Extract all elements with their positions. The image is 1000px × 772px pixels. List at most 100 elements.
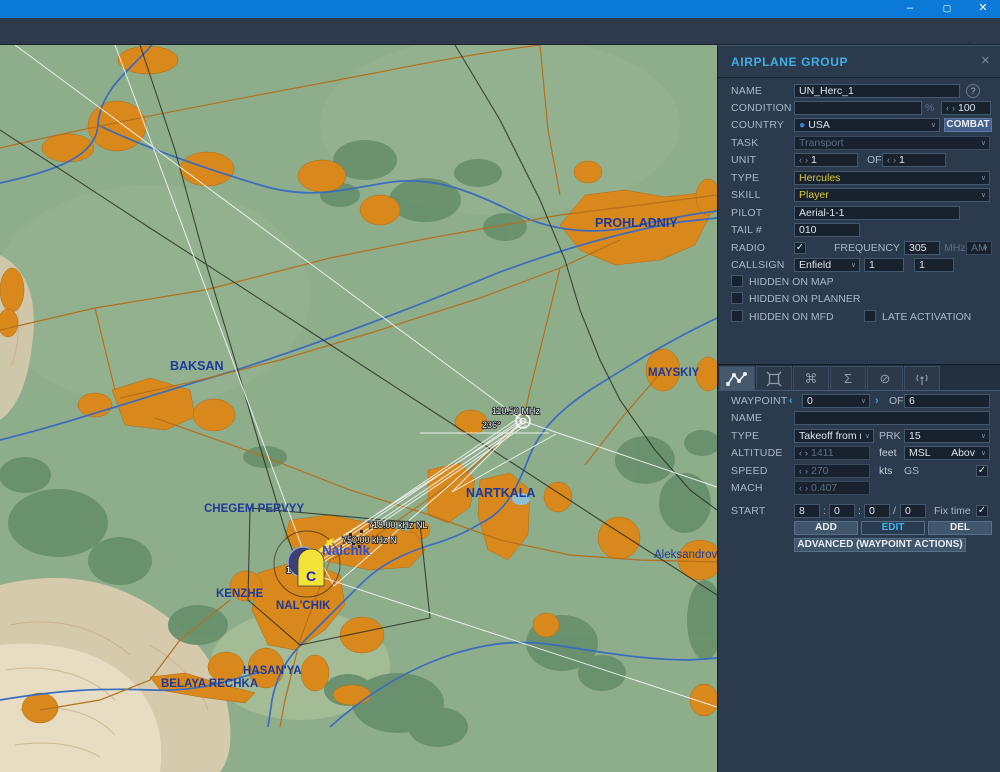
row-condition: CONDITION (731, 101, 794, 115)
delete-waypoint-button[interactable]: DEL (928, 521, 992, 535)
minimize-button[interactable]: – (895, 0, 925, 18)
waypoint-next-icon[interactable]: › (875, 395, 879, 407)
waypoint-index-value: 0 (807, 395, 813, 407)
row-country: COUNTRY (731, 118, 794, 132)
edit-waypoint-button[interactable]: EDIT (861, 521, 925, 535)
tab-summary[interactable]: Σ (830, 366, 866, 390)
window-close-button[interactable]: ✕ (968, 0, 998, 18)
speed-unit-label: kts (879, 465, 893, 477)
advanced-waypoint-actions-button[interactable]: ADVANCED (WAYPOINT ACTIONS) (794, 538, 966, 552)
row-type: TYPE (731, 171, 794, 185)
waypoint-index-dropdown[interactable]: 0 ∨ (802, 394, 870, 408)
frequency-input[interactable]: 305 (904, 241, 940, 255)
mach-label: MACH (731, 482, 763, 494)
start-hours-input[interactable]: 8 (794, 504, 820, 518)
mach-spinner[interactable]: ‹ › 0.407 (794, 481, 870, 495)
mach-value: 0.407 (811, 482, 838, 494)
city-label-belaya-rechka: BELAYA RECHKA (161, 678, 258, 690)
tail-input[interactable]: 010 (794, 223, 860, 237)
hidden-on-planner-label: HIDDEN ON PLANNER (749, 293, 861, 305)
city-label-hasanya: HASAN'YA (243, 665, 302, 677)
condition-label: CONDITION (731, 102, 792, 114)
tab-payload[interactable]: ⌘ (793, 366, 829, 390)
panel-close-icon[interactable]: ✕ (981, 54, 990, 67)
ils-course-label: 236° (482, 420, 501, 430)
percent-label: % (925, 102, 935, 114)
row-unit: UNIT (731, 153, 794, 167)
mission-map[interactable]: C 1 718.00 kHz NL 750.00 kHz N 110.50 MH… (0, 45, 717, 772)
late-activation-checkbox[interactable] (864, 310, 876, 322)
radio-checkbox[interactable]: ✓ (794, 242, 806, 254)
help-button[interactable]: ? (966, 84, 980, 98)
modulation-dropdown[interactable]: AM ∨ (966, 241, 992, 255)
row-radio: RADIO (731, 241, 794, 255)
maximize-button[interactable]: ▢ (932, 0, 962, 18)
spin-left-icon[interactable]: ‹ (887, 154, 890, 166)
tab-failures[interactable]: ⊘ (867, 366, 903, 390)
waypoint-total-input[interactable]: 6 (904, 394, 990, 408)
summary-icon: Σ (843, 371, 853, 386)
combat-button[interactable]: COMBAT (944, 118, 992, 132)
chevron-down-icon: ∨ (980, 175, 986, 182)
callsign-number2-input[interactable]: 1 (914, 258, 954, 272)
hidden-on-map-checkbox[interactable] (731, 275, 743, 287)
terrain-patch (0, 185, 310, 405)
row-mach: MACH (731, 481, 794, 495)
city-label-prohladniy: PROHLADNIY (595, 216, 678, 230)
wp-name-input[interactable] (794, 411, 990, 425)
add-waypoint-button[interactable]: ADD (794, 521, 858, 535)
spin-left-icon[interactable]: ‹ (799, 154, 802, 166)
unit-total-spinner[interactable]: ‹ › 1 (882, 153, 946, 167)
spin-right-icon: › (805, 483, 808, 493)
altitude-reference-dropdown[interactable]: MSL Abov ∨ (904, 446, 990, 460)
prk-dropdown[interactable]: 15 ∨ (904, 429, 990, 443)
callsign-value: Enfield (799, 259, 832, 271)
name-label: NAME (731, 85, 763, 97)
tab-radio[interactable] (904, 366, 940, 390)
waypoint-prev-icon[interactable]: ‹ (789, 395, 793, 407)
hidden-on-mfd-checkbox[interactable] (731, 310, 743, 322)
start-day-input[interactable]: 0 (900, 504, 926, 518)
fix-time-checkbox[interactable]: ✓ (976, 505, 988, 517)
spin-right-icon: › (805, 466, 808, 476)
spin-left-icon[interactable]: ‹ (946, 102, 949, 114)
airplane-group-panel: AIRPLANE GROUP ✕ NAME UN_Herc_1 ? CONDIT… (717, 45, 1000, 772)
time-colon: : (823, 505, 826, 517)
callsign-dropdown[interactable]: Enfield ∨ (794, 258, 860, 272)
row-waypoint: WAYPOINT (731, 394, 794, 408)
task-dropdown[interactable]: Transport ∨ (794, 136, 990, 150)
skill-dropdown[interactable]: Player ∨ (794, 188, 990, 202)
skill-label: SKILL (731, 189, 761, 201)
chevron-down-icon: ∨ (982, 245, 988, 252)
country-dropdown[interactable]: ● USA ∨ (794, 118, 940, 132)
spin-right-icon[interactable]: › (893, 154, 896, 166)
name-input[interactable]: UN_Herc_1 (794, 84, 960, 98)
pilot-input[interactable]: Aerial-1-1 (794, 206, 960, 220)
ils-frequency-label: 110.50 MHz (492, 406, 540, 416)
tab-route[interactable] (719, 366, 755, 390)
altitude-spinner[interactable]: ‹ › 1411 (794, 446, 870, 460)
hidden-on-planner-checkbox[interactable] (731, 292, 743, 304)
wp-type-value: Takeoff from ran (799, 430, 861, 442)
speed-spinner[interactable]: ‹ › 270 (794, 464, 870, 478)
type-dropdown[interactable]: Hercules ∨ (794, 171, 990, 185)
condition-input[interactable] (794, 101, 922, 115)
country-flag-dot-icon: ● (799, 119, 806, 131)
city-label-aleksandrovskaya: Aleksandrovskaya (654, 549, 717, 561)
window-titlebar[interactable]: – ▢ ✕ (0, 0, 1000, 18)
spin-right-icon[interactable]: › (805, 154, 808, 166)
chevron-down-icon: ∨ (980, 450, 986, 457)
prk-value: 15 (909, 430, 921, 442)
tab-group[interactable] (756, 366, 792, 390)
wp-type-dropdown[interactable]: Takeoff from ran ∨ (794, 429, 874, 443)
unit-count-spinner[interactable]: ‹ › 1 (794, 153, 858, 167)
callsign-number1-input[interactable]: 1 (864, 258, 904, 272)
start-minutes-input[interactable]: 0 (829, 504, 855, 518)
spin-right-icon[interactable]: › (952, 102, 955, 114)
route-icon (726, 371, 747, 386)
start-seconds-input[interactable]: 0 (864, 504, 890, 518)
condition-spinner[interactable]: ‹ › 100 (941, 101, 991, 115)
airport-label-nalchik: Nalchik (322, 543, 371, 558)
gs-checkbox[interactable]: ✓ (976, 465, 988, 477)
group-symbol-letter: C (306, 568, 316, 584)
